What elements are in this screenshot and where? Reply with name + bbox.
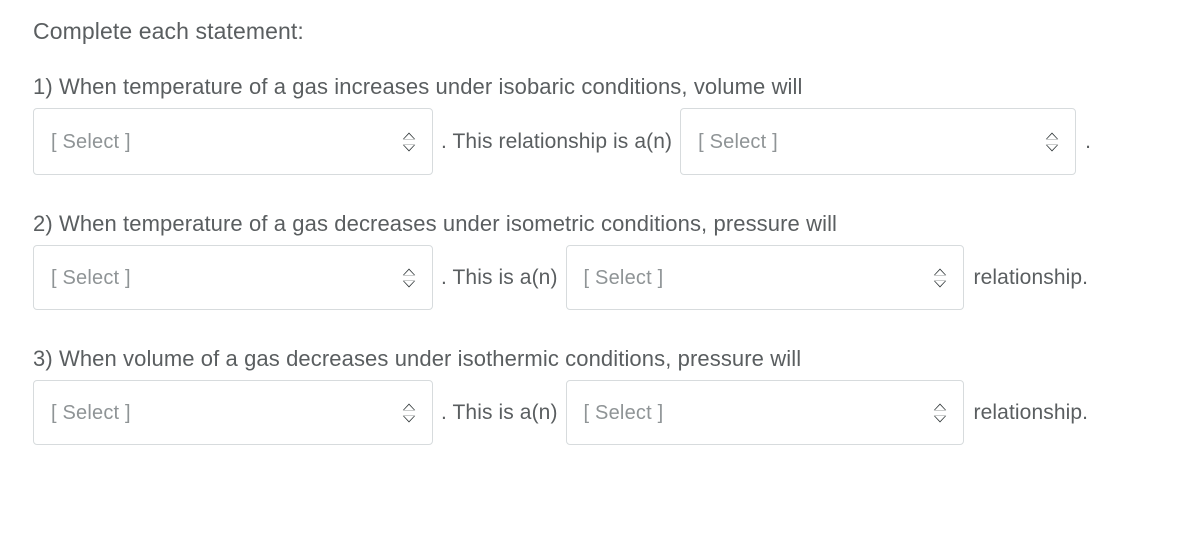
statement-2-mid-text: . This is a(n) <box>441 265 558 289</box>
statement-1-mid-text: . This relationship is a(n) <box>441 129 673 153</box>
select-3b[interactable]: [ Select ] <box>565 380 964 445</box>
statement-prompt-1: 1) When temperature of a gas increases u… <box>33 74 803 99</box>
chevron-up-down-icon[interactable] <box>1039 129 1065 155</box>
select-3b-value: [ Select ] <box>583 401 664 424</box>
statement-block-3: 3) When volume of a gas decreases under … <box>33 346 1200 445</box>
select-1b[interactable]: [ Select ] <box>680 108 1077 175</box>
statement-prompt-2: 2) When temperature of a gas decreases u… <box>33 211 838 236</box>
select-2b[interactable]: [ Select ] <box>565 245 964 310</box>
answer-row-2: [ Select ] . This is a(n) [ Select ] rel… <box>33 245 1200 310</box>
chevron-up-down-icon[interactable] <box>927 400 953 426</box>
select-2a-value: [ Select ] <box>51 266 131 289</box>
select-1b-value: [ Select ] <box>698 130 778 153</box>
statement-block-1: 1) When temperature of a gas increases u… <box>33 74 1200 175</box>
select-1a[interactable]: [ Select ] <box>33 108 433 175</box>
question-page: Complete each statement: 1) When tempera… <box>0 0 1200 533</box>
statement-1-tail-text: . <box>1085 129 1092 153</box>
chevron-up-down-icon[interactable] <box>927 265 953 291</box>
chevron-up-down-icon[interactable] <box>396 400 422 426</box>
statement-2-tail-text: relationship. <box>973 265 1089 289</box>
select-2a[interactable]: [ Select ] <box>33 245 433 310</box>
statement-3-mid-text: . This is a(n) <box>441 400 558 424</box>
select-1a-value: [ Select ] <box>51 130 131 153</box>
statement-3-tail-text: relationship. <box>973 400 1089 424</box>
select-2b-value: [ Select ] <box>583 266 664 289</box>
select-3a-value: [ Select ] <box>51 401 131 424</box>
chevron-up-down-icon[interactable] <box>396 265 422 291</box>
answer-row-3: [ Select ] . This is a(n) [ Select ] rel… <box>33 380 1200 445</box>
page-title: Complete each statement: <box>33 18 304 44</box>
answer-row-1: [ Select ] . This relationship is a(n) [… <box>33 108 1200 175</box>
select-3a[interactable]: [ Select ] <box>33 380 433 445</box>
chevron-up-down-icon[interactable] <box>396 129 422 155</box>
statement-prompt-3: 3) When volume of a gas decreases under … <box>33 346 802 371</box>
statement-block-2: 2) When temperature of a gas decreases u… <box>33 211 1200 310</box>
